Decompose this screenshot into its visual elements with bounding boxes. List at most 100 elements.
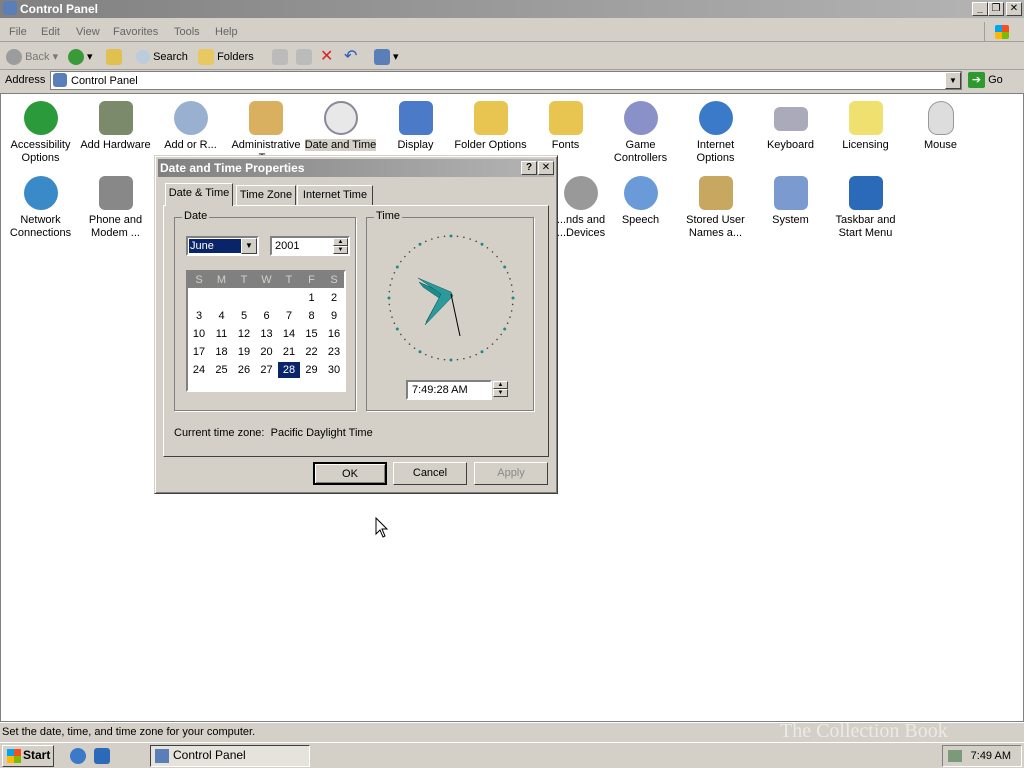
- item-display[interactable]: Display: [378, 101, 453, 152]
- item-licensing[interactable]: Licensing: [828, 101, 903, 152]
- up-button[interactable]: [106, 49, 122, 66]
- restore-button[interactable]: ❐: [988, 2, 1004, 16]
- calendar-day[interactable]: 21: [278, 344, 300, 360]
- calendar-day[interactable]: 14: [278, 326, 300, 342]
- tray-network-icon[interactable]: [948, 750, 962, 762]
- time-spinner[interactable]: 7:49:28 AM: [406, 380, 492, 400]
- item-mouse[interactable]: Mouse: [903, 101, 978, 152]
- cancel-button[interactable]: Cancel: [393, 462, 467, 485]
- views-button[interactable]: ▾: [374, 49, 399, 66]
- item-folder-options[interactable]: Folder Options: [453, 101, 528, 152]
- calendar-day[interactable]: 13: [256, 326, 278, 342]
- back-button[interactable]: Back ▾: [6, 49, 58, 66]
- item-internet-options[interactable]: Internet Options: [678, 101, 753, 165]
- folders-button[interactable]: Folders: [198, 49, 254, 66]
- tab-date-time[interactable]: Date & Time: [165, 183, 233, 206]
- calendar-day[interactable]: 22: [301, 344, 323, 360]
- ok-button[interactable]: OK: [313, 462, 387, 485]
- item-fonts[interactable]: Fonts: [528, 101, 603, 152]
- calendar-day[interactable]: 24: [188, 362, 210, 378]
- calendar-day[interactable]: 10: [188, 326, 210, 342]
- calendar-day[interactable]: 11: [211, 326, 233, 342]
- quicklaunch-ie-icon[interactable]: [70, 748, 86, 764]
- folder-options-icon: [473, 101, 508, 135]
- calendar-day[interactable]: 5: [233, 308, 255, 324]
- calendar-day[interactable]: 16: [323, 326, 345, 342]
- item-date-and-time[interactable]: Date and Time: [303, 101, 378, 152]
- year-up-button[interactable]: ▲: [333, 238, 348, 246]
- menu-file[interactable]: File: [9, 26, 27, 38]
- tray-clock[interactable]: 7:49 AM: [971, 750, 1011, 762]
- year-down-button[interactable]: ▼: [333, 246, 348, 254]
- item-speech[interactable]: Speech: [603, 176, 678, 227]
- calendar-day[interactable]: 30: [323, 362, 345, 378]
- start-button[interactable]: Start: [2, 745, 54, 767]
- menu-tools[interactable]: Tools: [174, 26, 200, 38]
- time-down-button[interactable]: ▼: [493, 389, 508, 397]
- menu-view[interactable]: View: [76, 26, 100, 38]
- copy-to-button[interactable]: [296, 49, 312, 66]
- search-button[interactable]: Search: [136, 49, 188, 65]
- undo-button[interactable]: ↶: [344, 49, 357, 65]
- calendar-day[interactable]: 18: [211, 344, 233, 360]
- go-button[interactable]: ➔ Go: [968, 72, 1003, 88]
- item-network-connections[interactable]: Network Connections: [3, 176, 78, 240]
- move-to-button[interactable]: [272, 49, 288, 66]
- month-dropdown-button[interactable]: ▼: [241, 238, 257, 254]
- help-button[interactable]: ?: [521, 161, 537, 175]
- dialog-close-button[interactable]: ✕: [538, 161, 554, 175]
- calendar-day[interactable]: 29: [301, 362, 323, 378]
- calendar-weekday: T: [240, 274, 248, 286]
- year-spinner[interactable]: 2001 ▲ ▼: [270, 236, 350, 256]
- calendar-day[interactable]: 27: [256, 362, 278, 378]
- window-titlebar[interactable]: Control Panel _ ❐ ✕: [0, 0, 1024, 18]
- address-dropdown-button[interactable]: ▼: [945, 72, 961, 89]
- apply-button[interactable]: Apply: [474, 462, 548, 485]
- item-add-remove-programs[interactable]: Add or R...: [153, 101, 228, 152]
- calendar-day[interactable]: 26: [233, 362, 255, 378]
- calendar-day[interactable]: 1: [301, 290, 323, 306]
- quicklaunch-explorer-icon[interactable]: [94, 748, 110, 764]
- calendar-day[interactable]: 17: [188, 344, 210, 360]
- delete-button[interactable]: ✕: [320, 49, 333, 65]
- calendar-day-selected[interactable]: 28: [278, 362, 300, 378]
- calendar-day[interactable]: 3: [188, 308, 210, 324]
- calendar-day[interactable]: 19: [233, 344, 255, 360]
- taskbar-control-panel-button[interactable]: Control Panel: [150, 745, 310, 767]
- calendar-day[interactable]: 20: [256, 344, 278, 360]
- calendar-day[interactable]: 9: [323, 308, 345, 324]
- dialog-titlebar[interactable]: Date and Time Properties ? ✕: [158, 159, 554, 177]
- tab-internet-time[interactable]: Internet Time: [297, 185, 373, 206]
- calendar-day[interactable]: 2: [323, 290, 345, 306]
- address-input[interactable]: Control Panel ▼: [50, 71, 962, 90]
- item-system[interactable]: System: [753, 176, 828, 227]
- item-add-hardware[interactable]: Add Hardware: [78, 101, 153, 152]
- item-accessibility-options[interactable]: Accessibility Options: [3, 101, 78, 165]
- item-label: Network Connections: [9, 214, 72, 239]
- menu-favorites[interactable]: Favorites: [113, 26, 158, 38]
- time-up-button[interactable]: ▲: [493, 381, 508, 389]
- close-button[interactable]: ✕: [1006, 2, 1022, 16]
- calendar-day[interactable]: 8: [301, 308, 323, 324]
- item-stored-user-names[interactable]: Stored User Names a...: [678, 176, 753, 240]
- calendar-day[interactable]: 15: [301, 326, 323, 342]
- month-select[interactable]: June ▼: [186, 236, 259, 256]
- calendar-day[interactable]: 23: [323, 344, 345, 360]
- calendar-day[interactable]: 12: [233, 326, 255, 342]
- tab-time-zone[interactable]: Time Zone: [236, 185, 296, 206]
- forward-button[interactable]: ▾: [68, 49, 93, 66]
- item-game-controllers[interactable]: Game Controllers: [603, 101, 678, 165]
- item-phone-and-modem[interactable]: Phone and Modem ...: [78, 176, 153, 240]
- calendar-day[interactable]: 25: [211, 362, 233, 378]
- calendar-day[interactable]: 4: [211, 308, 233, 324]
- system-icon: [773, 176, 808, 210]
- minimize-button[interactable]: _: [972, 2, 988, 16]
- calendar-day[interactable]: 7: [278, 308, 300, 324]
- calendar-day[interactable]: 6: [256, 308, 278, 324]
- item-keyboard[interactable]: Keyboard: [753, 101, 828, 152]
- item-taskbar-and-start-menu[interactable]: Taskbar and Start Menu: [828, 176, 903, 240]
- task-label: Control Panel: [173, 748, 246, 762]
- tab-panel-date-time: Date June ▼ 2001 ▲ ▼ SMTWTFS 1 2 3 4 5 6 7 8 9 10…: [163, 205, 549, 457]
- menu-help[interactable]: Help: [215, 26, 238, 38]
- menu-edit[interactable]: Edit: [41, 26, 60, 38]
